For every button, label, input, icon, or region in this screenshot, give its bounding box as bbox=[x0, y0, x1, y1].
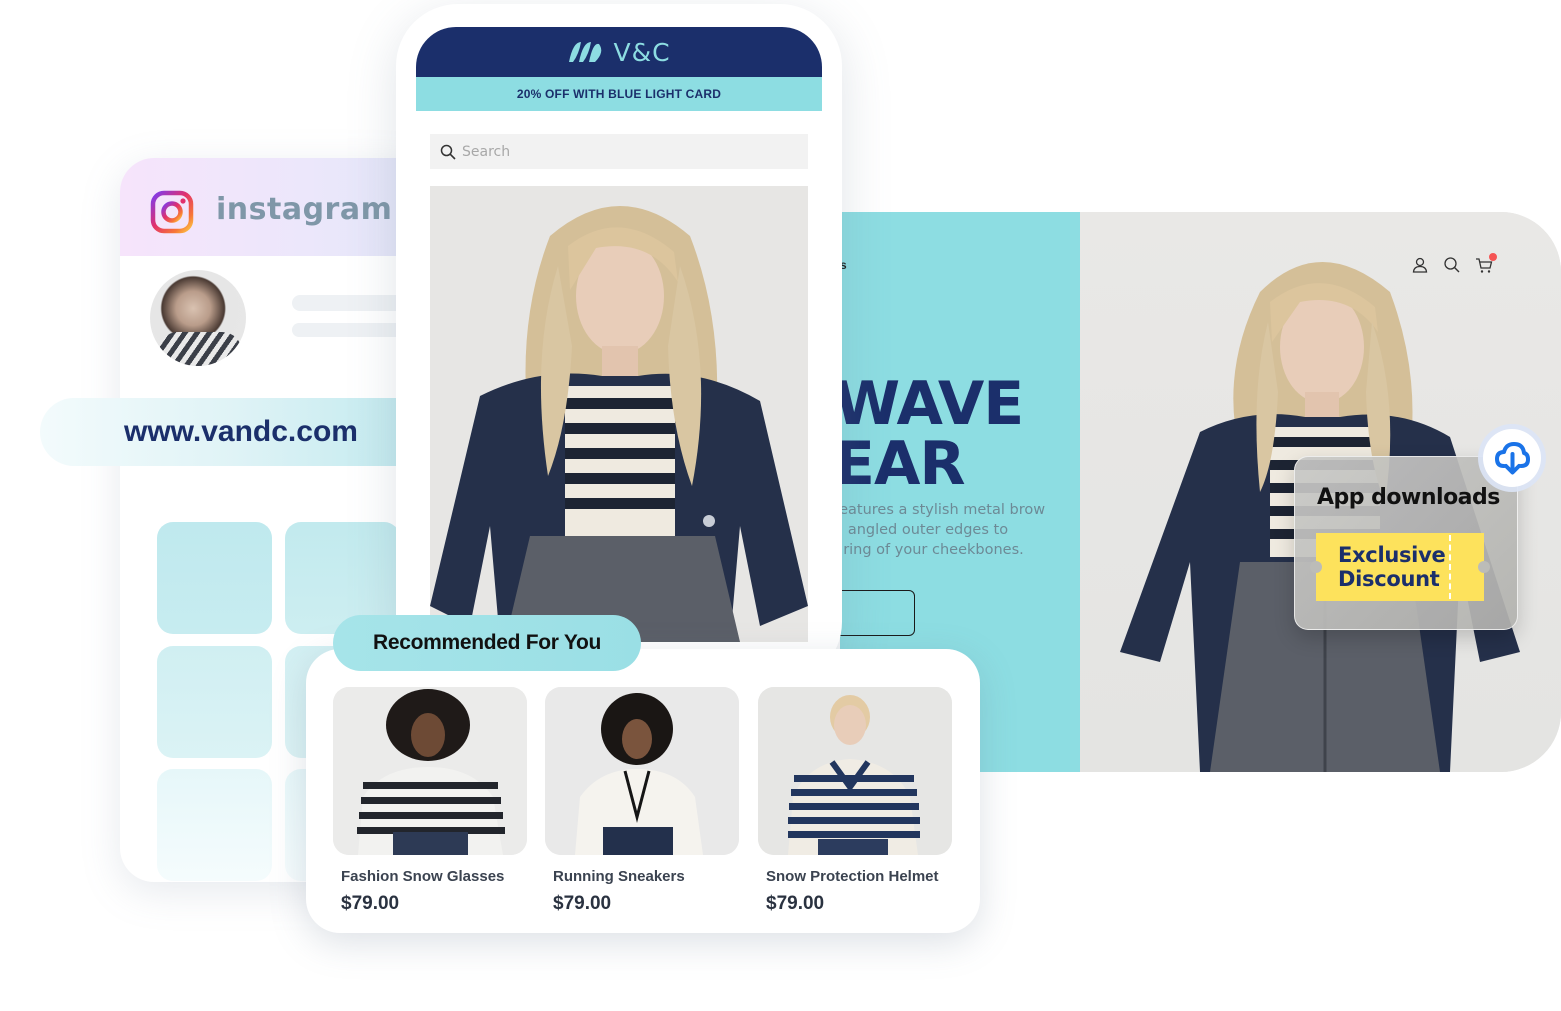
website-url-pill[interactable]: www.vandc.com bbox=[40, 398, 432, 466]
headline-line: WAVE bbox=[840, 369, 1024, 439]
post-tile[interactable] bbox=[157, 769, 272, 881]
recommended-title: Recommended For You bbox=[372, 631, 602, 654]
headline-line: EAR bbox=[840, 429, 966, 499]
model-photo bbox=[333, 687, 527, 855]
cloud-download-icon bbox=[1495, 442, 1530, 475]
product-image[interactable] bbox=[545, 687, 739, 855]
product-name[interactable]: Running Sneakers bbox=[553, 868, 739, 885]
cart-badge bbox=[1489, 253, 1497, 261]
post-tile[interactable] bbox=[157, 646, 272, 758]
hero-description: features a stylish metal brow d angled o… bbox=[840, 500, 1064, 560]
hero-headline: WAVE EAR bbox=[840, 369, 1024, 499]
product-price: $79.00 bbox=[341, 893, 400, 914]
ticket-line: Exclusive bbox=[1338, 543, 1446, 567]
search-icon[interactable] bbox=[1443, 256, 1461, 274]
website-url: www.vandc.com bbox=[124, 415, 358, 448]
user-icon[interactable] bbox=[1411, 256, 1429, 274]
model-photo bbox=[758, 687, 952, 855]
instagram-header: instagram bbox=[120, 158, 430, 256]
model-photo bbox=[545, 687, 739, 855]
product-image[interactable] bbox=[758, 687, 952, 855]
instagram-logo-icon bbox=[150, 190, 194, 234]
instagram-wordmark: instagram bbox=[216, 192, 393, 227]
brand-logo-icon bbox=[569, 42, 602, 62]
app-downloads-title: App downloads bbox=[1317, 485, 1500, 510]
cart-button[interactable] bbox=[1475, 253, 1497, 274]
product-card[interactable]: Running Sneakers $79.00 bbox=[545, 687, 739, 915]
model-photo bbox=[430, 206, 808, 642]
promo-banner[interactable]: 20% OFF WITH BLUE LIGHT CARD bbox=[416, 77, 822, 111]
product-card[interactable]: Snow Protection Helmet $79.00 bbox=[758, 687, 952, 915]
avatar[interactable] bbox=[150, 270, 246, 366]
header-icons bbox=[1411, 253, 1497, 274]
app-header: V&C bbox=[416, 27, 822, 77]
search-icon bbox=[440, 144, 456, 160]
product-name[interactable]: Snow Protection Helmet bbox=[766, 868, 952, 885]
product-price: $79.00 bbox=[553, 893, 612, 914]
post-tile[interactable] bbox=[157, 522, 272, 634]
description-line: d angled outer edges to bbox=[840, 522, 1009, 538]
product-price: $79.00 bbox=[766, 893, 825, 914]
brand-name: V&C bbox=[613, 37, 671, 67]
phone-mockup: V&C 20% OFF WITH BLUE LIGHT CARD bbox=[396, 4, 842, 687]
description-line: features a stylish metal brow bbox=[840, 502, 1046, 518]
recommended-header: Recommended For You bbox=[333, 615, 641, 671]
search-bar[interactable] bbox=[430, 134, 808, 169]
phone-screen: V&C 20% OFF WITH BLUE LIGHT CARD bbox=[416, 27, 822, 687]
ticket-text: Exclusive Discount bbox=[1316, 543, 1446, 591]
ticket-perforation bbox=[1449, 535, 1451, 599]
app-downloads-badge[interactable]: App downloads Exclusive Discount bbox=[1294, 456, 1518, 630]
product-image[interactable] bbox=[333, 687, 527, 855]
search-input[interactable] bbox=[462, 143, 762, 160]
description-line: uring of your cheekbones. bbox=[840, 542, 1024, 558]
download-button[interactable] bbox=[1483, 429, 1541, 487]
ticket-line: Discount bbox=[1338, 567, 1440, 591]
hero-cta-button[interactable] bbox=[840, 590, 915, 636]
promo-text: 20% OFF WITH BLUE LIGHT CARD bbox=[516, 87, 722, 101]
product-card[interactable]: Fashion Snow Glasses $79.00 bbox=[333, 687, 527, 915]
product-hero-photo[interactable] bbox=[430, 186, 808, 642]
product-name[interactable]: Fashion Snow Glasses bbox=[341, 868, 527, 885]
exclusive-discount-ticket[interactable]: Exclusive Discount bbox=[1310, 533, 1490, 601]
